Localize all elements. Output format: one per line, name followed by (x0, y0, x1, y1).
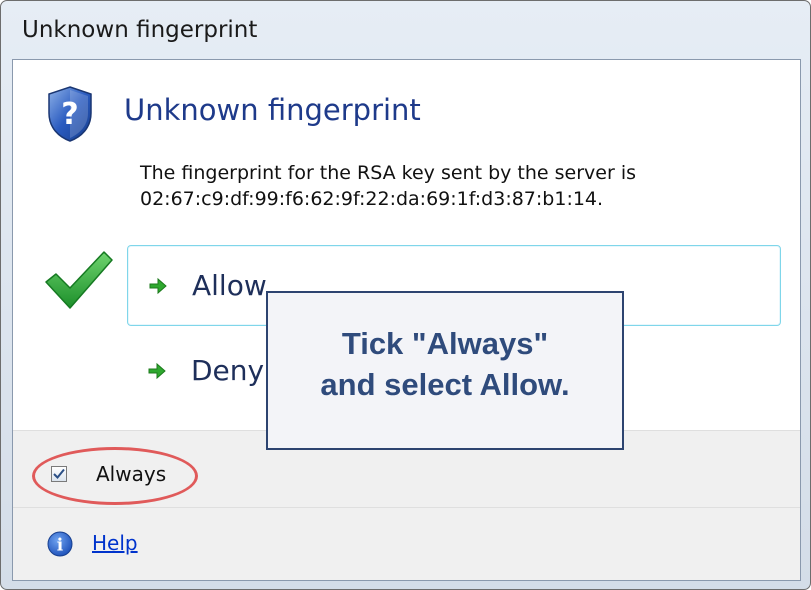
window-title: Unknown fingerprint (22, 17, 258, 43)
shield-question-icon: ? (46, 85, 94, 143)
help-link[interactable]: Help (92, 531, 138, 555)
dialog-footer: Always i Help (13, 430, 800, 580)
annotation-callout: Tick "Always" and select Allow. (266, 291, 624, 450)
main-heading: Unknown fingerprint (124, 93, 421, 127)
fingerprint-value: 02:67:c9:df:99:f6:62:9f:22:da:69:1f:d3:8… (140, 188, 604, 210)
footer-divider (13, 507, 800, 508)
highlight-oval (32, 447, 198, 505)
svg-text:i: i (57, 536, 64, 556)
green-arrow-icon (148, 276, 168, 296)
allow-label: Allow (192, 269, 267, 302)
annotation-line-2: and select Allow. (320, 367, 570, 402)
green-arrow-icon (147, 361, 167, 381)
fingerprint-description: The fingerprint for the RSA key sent by … (140, 160, 636, 212)
annotation-line-1: Tick "Always" (341, 326, 549, 361)
dialog-window: Unknown fingerprint ? Unknown fingerprin… (0, 0, 811, 590)
info-icon: i (47, 531, 73, 557)
deny-label: Deny (191, 354, 265, 387)
annotation-text: Tick "Always" and select Allow. (268, 323, 622, 405)
green-checkmark-icon (44, 250, 114, 312)
title-bar[interactable]: Unknown fingerprint (1, 1, 810, 59)
svg-text:?: ? (61, 97, 78, 132)
description-line-1: The fingerprint for the RSA key sent by … (140, 162, 637, 184)
